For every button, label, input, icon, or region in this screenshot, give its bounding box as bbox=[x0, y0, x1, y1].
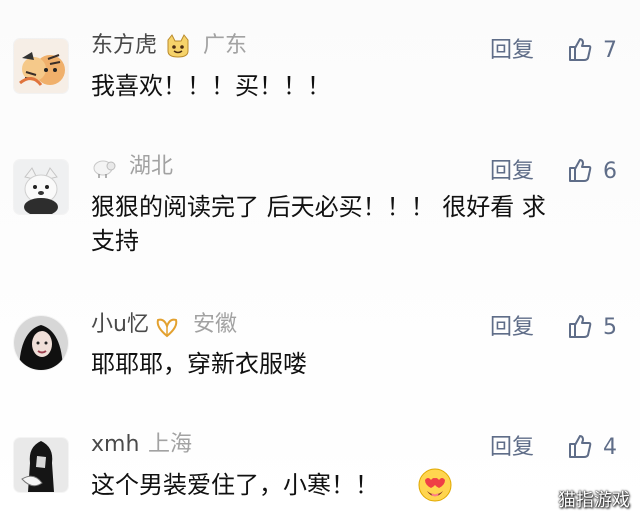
bw-photo-avatar[interactable] bbox=[14, 438, 68, 492]
reply-button[interactable]: 回复 bbox=[490, 435, 534, 461]
reply-button[interactable]: 回复 bbox=[490, 38, 534, 64]
comment-item: 湖北 狠狠的阅读完了 后天必买！！！ 很好看 求 支持 回复 6 bbox=[0, 154, 640, 266]
comment-region: 湖北 bbox=[129, 154, 174, 179]
bw-photo-avatar-icon bbox=[14, 438, 68, 492]
reply-button[interactable]: 回复 bbox=[490, 315, 534, 341]
dark-hair-woman-avatar[interactable] bbox=[14, 316, 68, 370]
comment-username[interactable]: xmh bbox=[91, 432, 139, 458]
white-dog-avatar-icon bbox=[14, 160, 68, 214]
comment-item: xmh 上海 这个男装爱住了，小寒！！ 回复 4 bbox=[0, 432, 640, 510]
comment-text: 这个男装爱住了，小寒！！ bbox=[91, 471, 379, 499]
watermark: 猫指游戏 bbox=[558, 490, 630, 511]
reply-button[interactable]: 回复 bbox=[490, 159, 534, 185]
like-count: 5 bbox=[603, 315, 617, 340]
comment-item: 小u忆 安徽 耶耶耶，穿新衣服喽 回复 5 bbox=[0, 312, 640, 390]
sheep-icon bbox=[93, 160, 116, 178]
cat-emoji-icon bbox=[167, 34, 189, 58]
thumbs-up-icon[interactable] bbox=[567, 36, 593, 62]
comment-region: 安徽 bbox=[193, 312, 238, 337]
thumbs-up-icon[interactable] bbox=[567, 313, 593, 339]
comment-item: 东方虎 广东 我喜欢！！！买！！！ 回复 7 bbox=[0, 33, 640, 111]
like-count: 6 bbox=[603, 159, 617, 184]
comment-region: 广东 bbox=[203, 33, 248, 58]
white-dog-avatar[interactable] bbox=[14, 160, 68, 214]
comment-region: 上海 bbox=[148, 432, 193, 457]
cartoon-tiger-avatar-icon bbox=[14, 39, 68, 93]
comment-username[interactable]: 东方虎 bbox=[91, 33, 157, 59]
cartoon-tiger-avatar[interactable] bbox=[14, 39, 68, 93]
heart-eyes-emoji bbox=[418, 468, 452, 502]
thumbs-up-icon[interactable] bbox=[567, 157, 593, 183]
comment-text: 耶耶耶，穿新衣服喽 bbox=[91, 350, 307, 378]
comment-text: 狠狠的阅读完了 后天必买！！！ 很好看 求 支持 bbox=[91, 193, 546, 255]
comment-text: 我喜欢！！！买！！！ bbox=[91, 72, 331, 100]
comment-list-page: 东方虎 广东 我喜欢！！！买！！！ 回复 7 湖北 狠狠的阅读完了 后天必买！！… bbox=[0, 0, 640, 520]
dark-hair-woman-avatar-icon bbox=[14, 316, 68, 370]
outline-heart-icon bbox=[156, 318, 178, 338]
like-count: 4 bbox=[603, 435, 617, 460]
comment-username[interactable]: 小u忆 bbox=[91, 312, 149, 338]
thumbs-up-icon[interactable] bbox=[567, 433, 593, 459]
like-count: 7 bbox=[603, 38, 617, 63]
